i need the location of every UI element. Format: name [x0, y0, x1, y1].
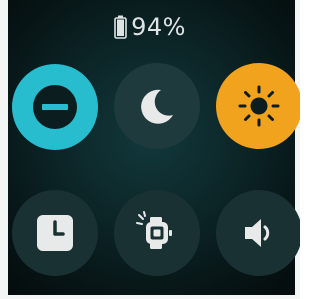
- moon-icon: [141, 89, 173, 124]
- do-not-disturb-toggle[interactable]: [12, 64, 98, 150]
- sun-icon: [238, 85, 280, 127]
- status-bar: 94%: [0, 12, 300, 42]
- alarms-button[interactable]: [12, 190, 98, 276]
- clock-icon: [37, 215, 73, 251]
- bottom-edge: [0, 295, 300, 299]
- battery-percentage: 94%: [131, 13, 186, 41]
- sound-toggle[interactable]: [216, 190, 300, 276]
- screen-wake-toggle[interactable]: [114, 190, 200, 276]
- quick-settings-screen: 94%: [0, 0, 300, 299]
- watch-wake-icon: [136, 211, 172, 249]
- speaker-icon: [245, 219, 270, 247]
- left-edge: [0, 0, 8, 299]
- minus-circle-icon: [33, 85, 77, 129]
- brightness-control[interactable]: [216, 63, 300, 149]
- sleep-mode-toggle[interactable]: [114, 63, 200, 149]
- battery-icon: [114, 15, 127, 39]
